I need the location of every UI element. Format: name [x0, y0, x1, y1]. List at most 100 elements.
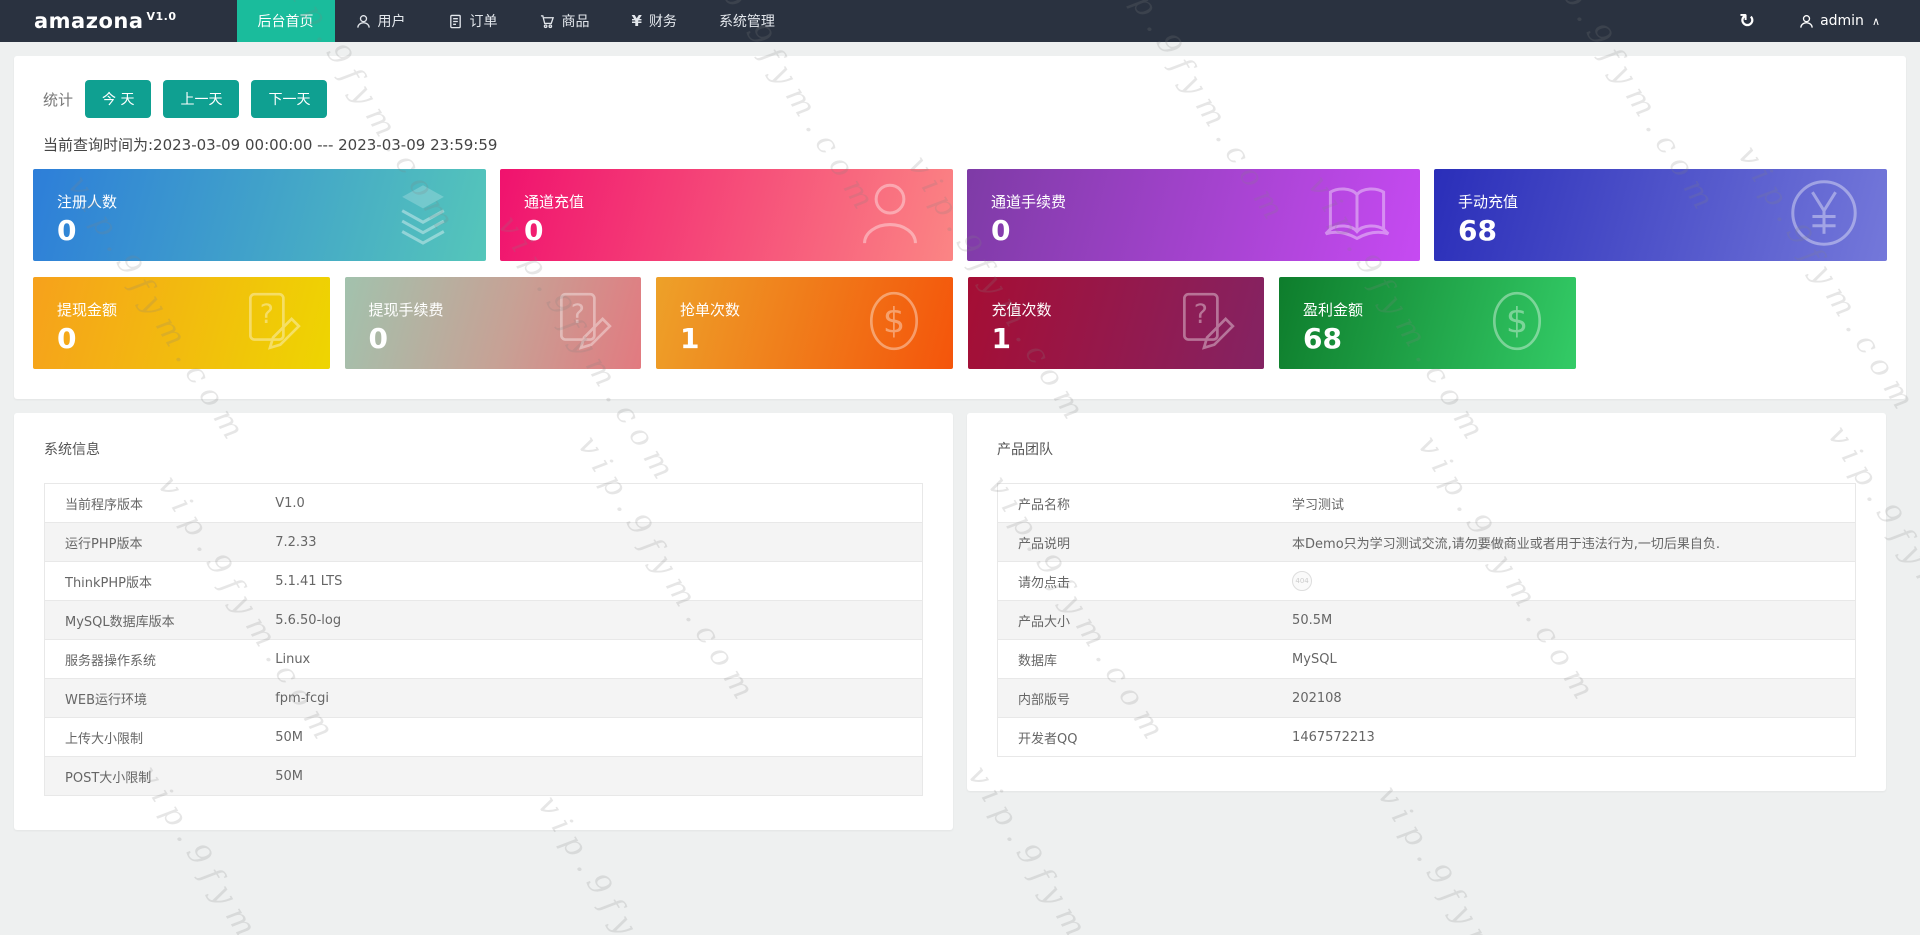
stat-cards-row1: 注册人数 0 通道充值 0 通道手续费 0 手动充值 68 [33, 169, 1887, 261]
nav-item-orders[interactable]: 订单 [427, 0, 519, 42]
stat-card-channel-fee: 通道手续费 0 [967, 169, 1420, 261]
system-info-panel: 系统信息 当前程序版本 V1.0 运行PHP版本 7.2.33 ThinkPHP版本… [14, 413, 953, 830]
row-label: 产品名称 [997, 483, 1273, 523]
stat-card-withdraw-fee: 提现手续费 0 ? [344, 277, 641, 369]
table-row: 当前程序版本 V1.0 [44, 483, 923, 523]
brand-version: V1.0 [146, 9, 177, 23]
row-value: 50M [255, 717, 923, 757]
table-row: 服务器操作系统 Linux [44, 639, 923, 679]
nav-item-label: 后台首页 [257, 14, 314, 30]
nav-item-users[interactable]: 用户 [335, 0, 427, 42]
row-label: 运行PHP版本 [44, 522, 256, 562]
stat-card-channel-recharge: 通道充值 0 [500, 169, 953, 261]
stat-card-manual-recharge: 手动充值 68 [1434, 169, 1887, 261]
nav-item-label: 用户 [377, 14, 406, 30]
row-label: 请勿点击 [997, 561, 1273, 601]
stat-card-grab-orders: 抢单次数 1 $ [656, 277, 953, 369]
stats-panel: 统计 今 天 上一天 下一天 当前查询时间为:2023-03-09 00:00:… [14, 56, 1906, 399]
chevron-up-icon: ∧ [1871, 14, 1880, 28]
row-label: 产品大小 [997, 600, 1273, 640]
stat-card-profit-amount: 盈利金额 68 $ [1279, 277, 1576, 369]
svg-text:?: ? [571, 299, 585, 330]
stat-card-registered-users: 注册人数 0 [33, 169, 486, 261]
dollar-circle-icon: $ [861, 288, 927, 358]
product-team-table: 产品名称 学习测试 产品说明 本Demo只为学习测试交流,请勿要做商业或者用于违法行… [997, 483, 1856, 757]
row-label: POST大小限制 [44, 756, 256, 796]
row-value: MySQL [1272, 639, 1856, 679]
doc-edit-icon: ? [549, 288, 615, 358]
next-day-button[interactable]: 下一天 [251, 80, 328, 118]
panel-title: 产品团队 [997, 442, 1053, 458]
row-value: 5.6.50-log [255, 600, 923, 640]
table-row: 产品大小 50.5M [997, 600, 1856, 640]
table-row: POST大小限制 50M [44, 756, 923, 796]
person-icon [1800, 14, 1813, 28]
nav-item-label: 财务 [648, 14, 677, 30]
row-value: 本Demo只为学习测试交流,请勿要做商业或者用于违法行为,一切后果自负. [1272, 522, 1856, 562]
svg-text:?: ? [259, 299, 273, 330]
row-label: 上传大小限制 [44, 717, 256, 757]
row-value: fpm-fcgi [255, 678, 923, 718]
table-row: 产品说明 本Demo只为学习测试交流,请勿要做商业或者用于违法行为,一切后果自负. [997, 522, 1856, 562]
svg-text:$: $ [882, 300, 904, 341]
dollar-circle-icon: $ [1484, 288, 1550, 358]
nav-item-system[interactable]: 系统管理 [698, 0, 796, 42]
stats-label: 统计 [43, 90, 74, 109]
doc-edit-icon: ? [238, 288, 304, 358]
row-label: 产品说明 [997, 522, 1273, 562]
table-row: 上传大小限制 50M [44, 717, 923, 757]
stat-cards-row2: 提现金额 0 ? 提现手续费 0 ? 抢单次数 1 $ 充值次数 1 ? 盈利金… [33, 277, 1887, 369]
svg-text:?: ? [1194, 299, 1208, 330]
row-label: 开发者QQ [997, 717, 1273, 757]
row-value: 404 [1272, 561, 1856, 601]
table-row: 开发者QQ 1467572213 [997, 717, 1856, 757]
row-value: 5.1.41 LTS [255, 561, 923, 601]
document-icon [448, 14, 463, 29]
svg-text:$: $ [1505, 300, 1527, 341]
table-row: MySQL数据库版本 5.6.50-log [44, 600, 923, 640]
row-label: 服务器操作系统 [44, 639, 256, 679]
user-icon [356, 14, 371, 29]
row-value: 202108 [1272, 678, 1856, 718]
row-label: 内部版号 [997, 678, 1273, 718]
nav-item-label: 系统管理 [718, 14, 775, 30]
refresh-icon[interactable]: ↻ [1717, 10, 1777, 32]
previous-day-button[interactable]: 上一天 [163, 80, 240, 118]
nav-item-label: 订单 [469, 14, 498, 30]
row-value: 1467572213 [1272, 717, 1856, 757]
table-row: WEB运行环境 fpm-fcgi [44, 678, 923, 718]
nav-item-label: 商品 [561, 14, 590, 30]
table-row: 运行PHP版本 7.2.33 [44, 522, 923, 562]
stat-card-recharge-count: 充值次数 1 ? [967, 277, 1264, 369]
row-label: ThinkPHP版本 [44, 561, 256, 601]
nav-item-dashboard[interactable]: 后台首页 [236, 0, 335, 42]
table-row: ThinkPHP版本 5.1.41 LTS [44, 561, 923, 601]
row-value: 学习测试 [1272, 483, 1856, 523]
system-info-table: 当前程序版本 V1.0 运行PHP版本 7.2.33 ThinkPHP版本 5.1.4… [44, 483, 923, 796]
row-label: 当前程序版本 [44, 483, 256, 523]
row-label: 数据库 [997, 639, 1273, 679]
user-name: admin [1820, 13, 1864, 29]
row-value: Linux [255, 639, 923, 679]
nav-item-finance[interactable]: ¥ 财务 [611, 0, 698, 42]
user-icon [853, 176, 927, 254]
row-value: 7.2.33 [255, 522, 923, 562]
cart-icon [540, 14, 555, 29]
brand-name: amazona [34, 9, 144, 33]
row-value: 50M [255, 756, 923, 796]
user-dropdown[interactable]: admin ∧ [1785, 13, 1894, 29]
product-team-panel: 产品团队 产品名称 学习测试 产品说明 本Demo只为学习测试交流,请勿要做商业或者… [967, 413, 1886, 791]
row-value: V1.0 [255, 483, 923, 523]
yen-icon: ¥ [631, 12, 642, 30]
stat-card-withdraw-amount: 提现金额 0 ? [33, 277, 330, 369]
do-not-click-badge[interactable]: 404 [1292, 571, 1313, 591]
yen-circle-icon [1787, 176, 1861, 254]
table-row: 产品名称 学习测试 [997, 483, 1856, 523]
brand-logo[interactable]: amazona V1.0 [34, 0, 177, 42]
layers-icon [386, 176, 460, 254]
nav-item-products[interactable]: 商品 [519, 0, 611, 42]
today-button[interactable]: 今 天 [85, 80, 152, 118]
table-row: 请勿点击 404 [997, 561, 1856, 601]
row-value: 50.5M [1272, 600, 1856, 640]
navbar-right: ↻ admin ∧ [1717, 0, 1920, 42]
